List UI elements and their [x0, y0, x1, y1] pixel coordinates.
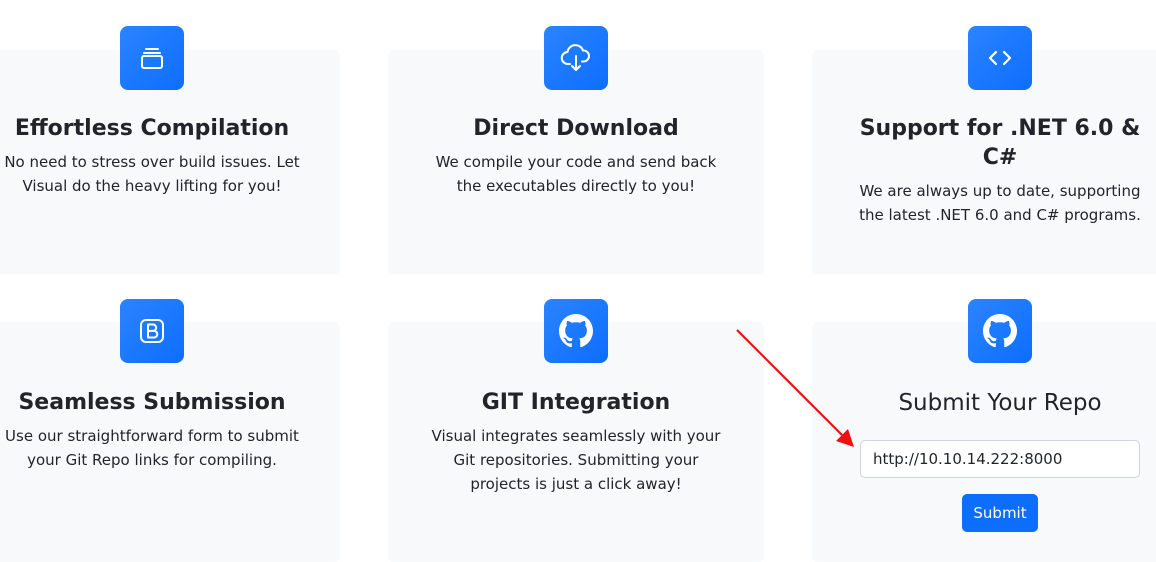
code-brackets-icon — [988, 50, 1012, 66]
feature-description: We compile your code and send back the e… — [400, 150, 752, 198]
feature-description-line: the executables directly to you! — [456, 177, 696, 195]
feature-icon-box — [120, 26, 184, 90]
submit-icon-box — [968, 299, 1032, 363]
feature-icon-box — [544, 299, 608, 363]
feature-description-line: We are always up to date, supporting — [859, 182, 1141, 200]
feature-description: Visual integrates seamlessly with your G… — [400, 424, 752, 496]
submit-button[interactable]: Submit — [962, 494, 1038, 532]
repo-url-input[interactable] — [860, 440, 1140, 478]
feature-description-line: Git repositories. Submitting your — [453, 451, 699, 469]
feature-description-line: Use our straightforward form to submit — [5, 427, 299, 445]
feature-description-line: Visual integrates seamlessly with your — [431, 427, 721, 445]
github-icon — [983, 314, 1017, 348]
feature-title: Seamless Submission — [18, 390, 286, 415]
feature-description-line: No need to stress over build issues. Let — [4, 153, 300, 171]
feature-description-line: Visual do the heavy lifting for you! — [22, 177, 282, 195]
bootstrap-b-icon — [140, 319, 164, 343]
feature-description: Use our straightforward form to submit y… — [0, 424, 304, 472]
submit-form-title: Submit Your Repo — [898, 390, 1102, 416]
feature-description: No need to stress over build issues. Let… — [0, 150, 304, 198]
feature-icon-box — [120, 299, 184, 363]
feature-title: Effortless Compilation — [14, 116, 290, 141]
github-icon — [559, 314, 593, 348]
window-stack-icon — [141, 48, 163, 69]
feature-title-line: Support for .NET 6.0 & — [859, 116, 1141, 141]
feature-description: We are always up to date, supporting the… — [850, 179, 1150, 227]
feature-description-line: projects is just a click away! — [470, 475, 682, 493]
feature-description-line: your Git Repo links for compiling. — [27, 451, 277, 469]
feature-description-line: the latest .NET 6.0 and C# programs. — [859, 206, 1141, 224]
feature-icon-box — [968, 26, 1032, 90]
feature-description-line: We compile your code and send back — [435, 153, 717, 171]
feature-title: Direct Download — [473, 116, 679, 141]
feature-title: Support for .NET 6.0 & C# — [850, 114, 1150, 172]
feature-title-line: C# — [982, 145, 1018, 170]
cloud-download-icon — [560, 44, 590, 71]
feature-title: GIT Integration — [481, 390, 671, 415]
feature-icon-box — [544, 26, 608, 90]
